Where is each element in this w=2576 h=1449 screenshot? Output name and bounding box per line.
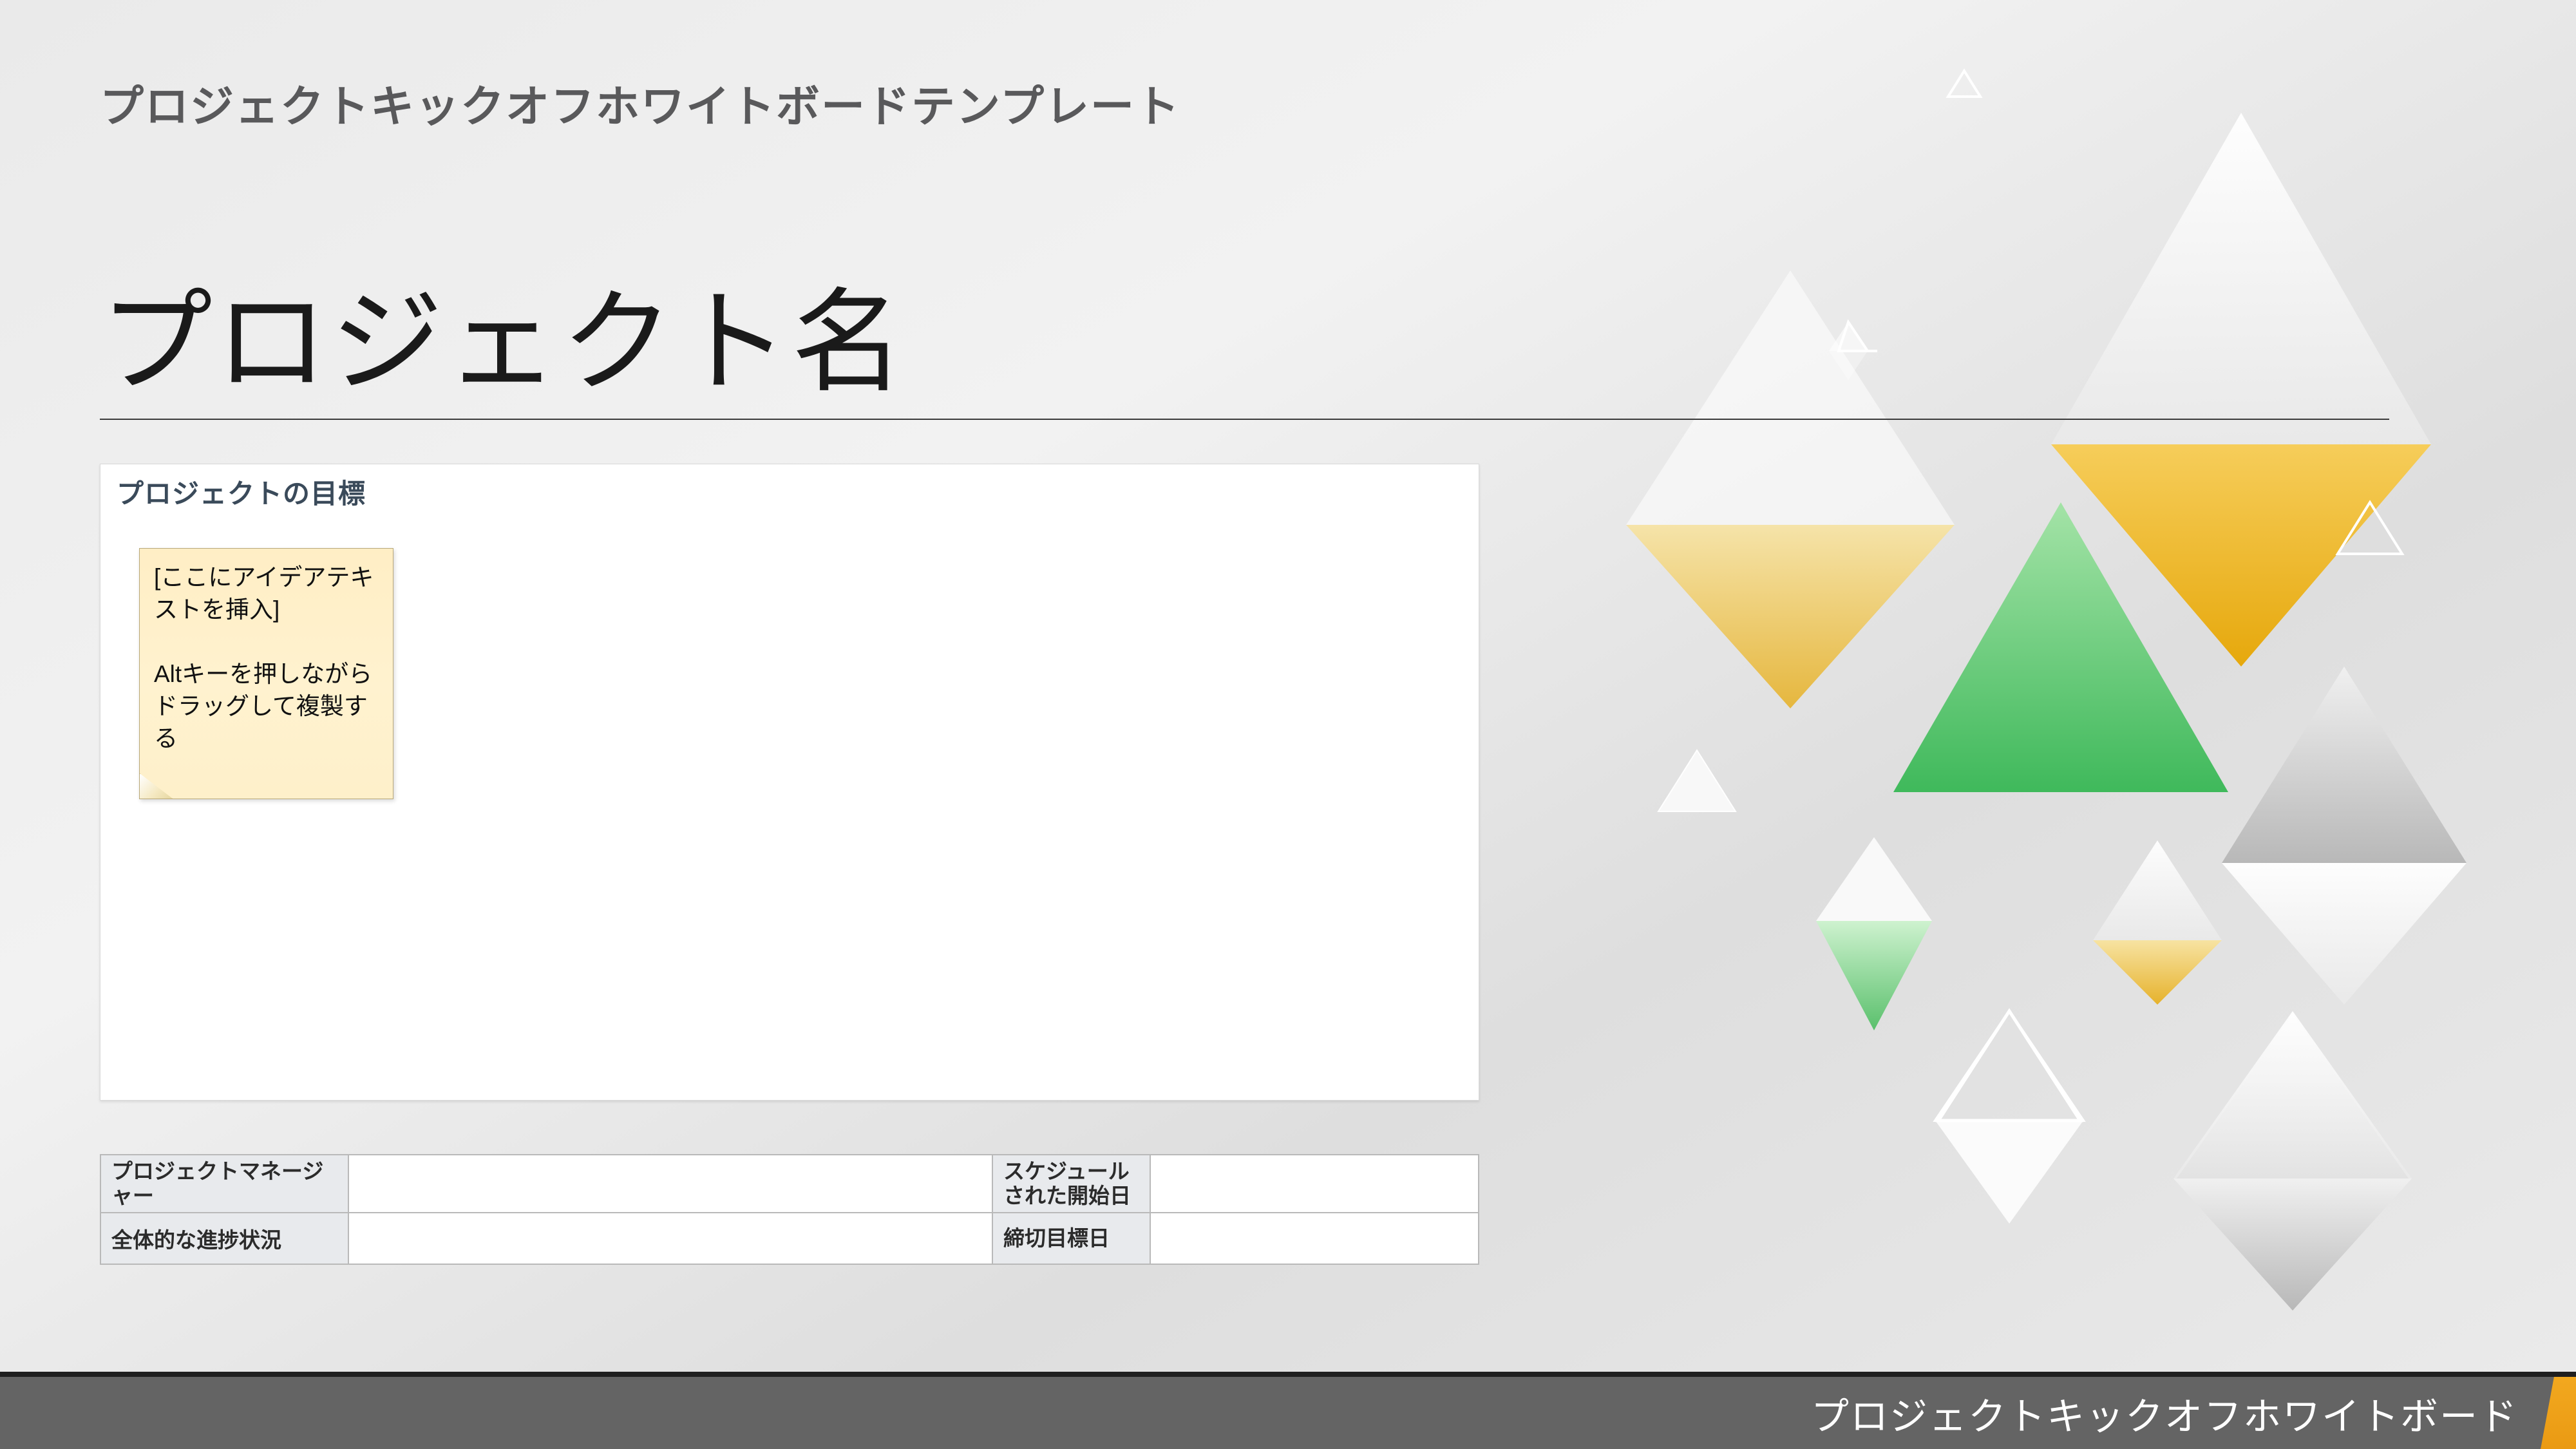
slide-subtitle: プロジェクトキックオフホワイトボードテンプレート — [100, 71, 1180, 135]
pm-value[interactable] — [348, 1155, 992, 1213]
table-row: プロジェクトマネージャー スケジュールされた開始日 — [100, 1155, 1479, 1213]
footer-text: プロジェクトキックオフホワイトボード — [1811, 1386, 2518, 1441]
sticky-note[interactable]: [ここにアイデアテキストを挿入] Altキーを押しながらドラッグして複製する — [139, 548, 393, 799]
title-underline — [100, 419, 2389, 420]
goals-card-header: プロジェクトの目標 — [117, 472, 366, 511]
progress-label: 全体的な進捗状況 — [100, 1213, 348, 1264]
project-meta-table[interactable]: プロジェクトマネージャー スケジュールされた開始日 全体的な進捗状況 締切目標日 — [100, 1154, 1479, 1265]
footer-bar: プロジェクトキックオフホワイトボード — [0, 1377, 2576, 1449]
deadline-value[interactable] — [1150, 1213, 1479, 1264]
progress-value[interactable] — [348, 1213, 992, 1264]
slide-canvas: プロジェクトキックオフホワイトボードテンプレート プロジェクト名 プロジェクトの… — [0, 0, 2576, 1449]
goals-card[interactable]: プロジェクトの目標 [ここにアイデアテキストを挿入] Altキーを押しながらドラ… — [100, 464, 1479, 1101]
sticky-note-curl-icon — [140, 773, 173, 799]
footer-accent-slash-icon — [2541, 1377, 2576, 1449]
table-row: 全体的な進捗状況 締切目標日 — [100, 1213, 1479, 1264]
pm-label: プロジェクトマネージャー — [100, 1155, 348, 1213]
deadline-label: 締切目標日 — [992, 1213, 1150, 1264]
decorative-triangles — [1481, 0, 2576, 1449]
sticky-note-text[interactable]: [ここにアイデアテキストを挿入] Altキーを押しながらドラッグして複製する — [154, 562, 379, 755]
slide-title[interactable]: プロジェクト名 — [100, 251, 907, 414]
start-value[interactable] — [1150, 1155, 1479, 1213]
start-label: スケジュールされた開始日 — [992, 1155, 1150, 1213]
footer-top-edge — [0, 1372, 2576, 1377]
